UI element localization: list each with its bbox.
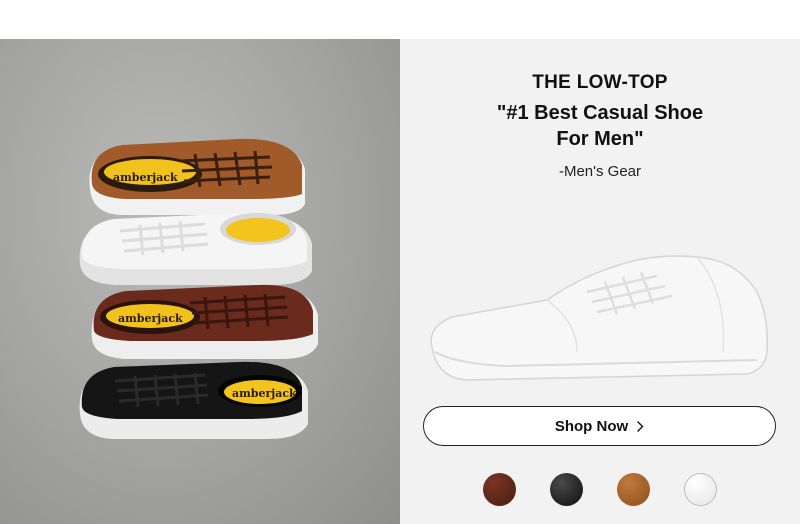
swatch-cognac[interactable] bbox=[617, 473, 650, 506]
swatch-black[interactable] bbox=[550, 473, 583, 506]
insole-brand-1: amberjack bbox=[113, 171, 178, 184]
headline-line-2: For Men" bbox=[556, 128, 644, 150]
cognac-shoe: amberjack bbox=[89, 138, 305, 215]
swatch-dark-brown[interactable] bbox=[483, 473, 516, 506]
color-swatches bbox=[400, 473, 800, 509]
white-shoe bbox=[79, 212, 312, 285]
top-strip bbox=[0, 0, 800, 39]
chevron-right-icon bbox=[637, 420, 644, 432]
shop-now-label: Shop Now bbox=[554, 417, 629, 435]
lifestyle-image[interactable]: amberjack amberjack amberjack bbox=[0, 39, 400, 524]
swatch-white[interactable] bbox=[684, 473, 717, 506]
product-shoe-image[interactable] bbox=[427, 252, 772, 387]
shop-now-button[interactable]: Shop Now bbox=[423, 406, 776, 446]
promo-headline: "#1 Best Casual Shoe For Men" bbox=[400, 100, 800, 152]
quote-attribution: -Men's Gear bbox=[558, 163, 642, 180]
insole-brand-2: amberjack bbox=[118, 312, 183, 325]
headline-line-1: "#1 Best Casual Shoe bbox=[496, 102, 704, 124]
dark-brown-shoe: amberjack bbox=[91, 284, 318, 359]
promo-eyebrow: THE LOW-TOP bbox=[532, 72, 668, 93]
promo-panel: THE LOW-TOP "#1 Best Casual Shoe For Men… bbox=[400, 39, 800, 524]
black-shoe: amberjack bbox=[79, 361, 308, 439]
shoe-stack-illustration: amberjack amberjack amberjack bbox=[79, 138, 318, 439]
insole-brand-3: amberjack bbox=[232, 387, 297, 400]
